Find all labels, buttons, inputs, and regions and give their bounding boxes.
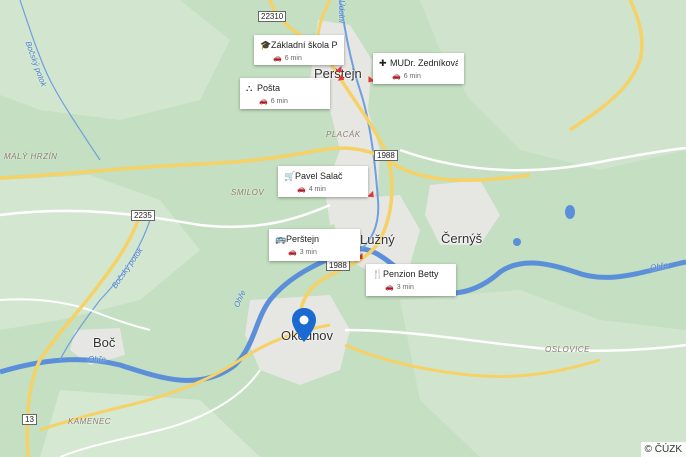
poi-travel-time: 6 min xyxy=(270,98,288,105)
locality-label-kamenec: KAMENEC xyxy=(68,417,112,426)
bus-icon: 🚌 xyxy=(275,234,287,244)
poi-travel-time: 4 min xyxy=(308,186,326,193)
poi-name: Penzion Betty xyxy=(383,269,439,279)
car-icon: 🚗 xyxy=(385,284,394,291)
poi-card-post-office[interactable]: ⛬ Pošta 🚗 6 min xyxy=(240,78,330,109)
restaurant-icon: 🍴 xyxy=(372,269,384,279)
car-icon: 🚗 xyxy=(297,186,306,193)
car-icon: 🚗 xyxy=(273,55,282,62)
stream-label-udolni: Údolní xyxy=(337,0,346,24)
poi-name: Pavel Salač xyxy=(295,171,343,181)
locality-label-smilov: SMILOV xyxy=(231,188,265,197)
poi-name: Perštejn xyxy=(286,234,320,244)
town-label-luzny: Lužný xyxy=(360,232,395,247)
poi-card-bus-stop[interactable]: 🚌Perštejn 🚗 3 min xyxy=(269,229,360,261)
medical-icon: ✚ xyxy=(379,58,387,68)
poi-card-restaurant[interactable]: 🍴Penzion Betty 🚗 3 min xyxy=(366,264,456,296)
town-label-boc: Boč xyxy=(93,335,116,350)
locality-label-maly-hrzin: MALÝ HRZÍN xyxy=(4,152,58,161)
poi-card-medical[interactable]: ✚MUDr. Zedníková … 🚗6 min xyxy=(373,53,464,84)
poi-travel-time: 3 min xyxy=(396,284,414,291)
road-shield-22310: 22310 xyxy=(258,11,287,22)
shop-cart-icon: 🛒 xyxy=(284,171,296,181)
location-pin-icon[interactable] xyxy=(292,308,316,342)
locality-label-okolovice: OSLOVICE xyxy=(545,345,590,354)
car-icon: 🚗 xyxy=(259,98,268,105)
poi-card-school[interactable]: 🎓Základní škola Pe… 🚗6 min xyxy=(254,35,344,65)
post-office-icon: ⛬ xyxy=(246,83,253,93)
road-shield-1988-north: 1988 xyxy=(374,150,398,161)
car-icon: 🚗 xyxy=(288,249,297,256)
road-shield-1988-south: 1988 xyxy=(326,260,350,271)
poi-name: Pošta xyxy=(257,83,281,93)
copyright-notice: © ČÚZK xyxy=(640,442,686,457)
locality-label-placak: PLACÁK xyxy=(326,130,361,139)
river-label-ohre-2: Ohře xyxy=(88,355,106,364)
school-icon: 🎓 xyxy=(260,40,272,50)
poi-name: MUDr. Zedníková … xyxy=(390,58,458,68)
poi-travel-time: 6 min xyxy=(284,55,302,62)
car-icon: 🚗 xyxy=(392,73,401,80)
poi-card-shop[interactable]: 🛒Pavel Salač 🚗 4 min xyxy=(278,166,368,197)
map-view[interactable]: Perštejn Lužný Černýš Okounov Boč MALÝ H… xyxy=(0,0,686,457)
road-shield-2235: 2235 xyxy=(131,210,155,221)
poi-name: Základní škola Pe… xyxy=(271,40,338,50)
poi-travel-time: 6 min xyxy=(403,73,421,80)
town-label-cernys: Černýš xyxy=(441,231,483,246)
road-shield-13: 13 xyxy=(22,414,37,425)
poi-travel-time: 3 min xyxy=(299,249,317,256)
